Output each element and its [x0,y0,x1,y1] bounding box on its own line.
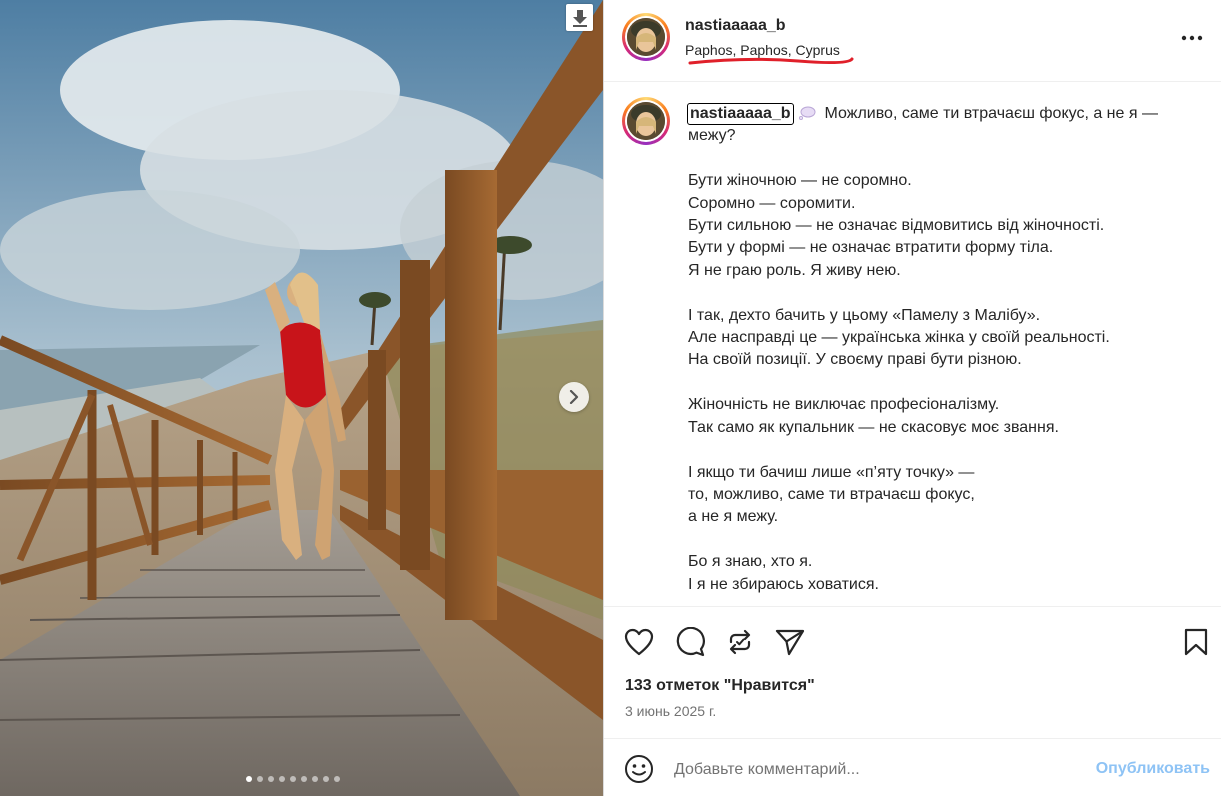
more-options-button[interactable] [1180,26,1204,50]
like-button[interactable] [623,626,655,658]
share-button[interactable] [774,626,806,658]
next-slide-button[interactable] [559,382,589,412]
post-media[interactable] [0,0,603,796]
caption-body: Можливо, саме ти втрачаєш фокус, а не я … [688,105,1158,593]
post-details-panel: nastiaaaaa_b Paphos, Paphos, Cyprus nast… [603,0,1221,796]
more-options-icon [1181,35,1203,41]
red-underline-annotation [688,57,854,65]
post-date[interactable]: 3 июнь 2025 г. [625,703,716,719]
comment-bar: Опубликовать [604,738,1221,796]
carousel-dot [301,776,307,782]
post-author-username[interactable]: nastiaaaaa_b [685,17,786,35]
comment-icon [676,627,705,657]
carousel-dot [312,776,318,782]
carousel-dot [279,776,285,782]
caption-section: nastiaaaaa_b Можливо, саме ти втрачаєш фо… [604,83,1221,606]
carousel-dot [290,776,296,782]
caption-avatar[interactable] [622,97,670,145]
avatar[interactable] [622,13,670,61]
carousel-dot [334,776,340,782]
carousel-dot [323,776,329,782]
avatar-photo [627,18,665,56]
carousel-indicator [246,776,340,782]
caption-text: nastiaaaaa_b Можливо, саме ти втрачаєш фо… [687,103,1198,596]
beach-photo [0,0,603,796]
post-header: nastiaaaaa_b Paphos, Paphos, Cyprus [604,0,1221,82]
save-button[interactable] [1180,626,1212,658]
likes-count[interactable]: 133 отметок "Нравится" [625,677,815,695]
comment-input[interactable] [674,758,1054,782]
avatar-photo [627,102,665,140]
bookmark-icon [1184,628,1208,656]
thought-bubble-emoji-icon [798,106,816,120]
emoji-button[interactable] [624,754,654,784]
chevron-right-icon [569,390,579,404]
heart-icon [624,628,654,656]
emoji-icon [625,755,653,783]
carousel-dot [257,776,263,782]
publish-button[interactable]: Опубликовать [1096,760,1210,778]
carousel-dot [268,776,274,782]
repost-button[interactable] [724,626,756,658]
comment-button[interactable] [674,626,706,658]
post-actions-bar [604,606,1221,670]
download-icon [572,9,587,27]
send-icon [775,629,805,656]
repost-icon [729,629,751,655]
carousel-dot [246,776,252,782]
download-button[interactable] [566,4,593,31]
caption-username[interactable]: nastiaaaaa_b [687,103,794,125]
